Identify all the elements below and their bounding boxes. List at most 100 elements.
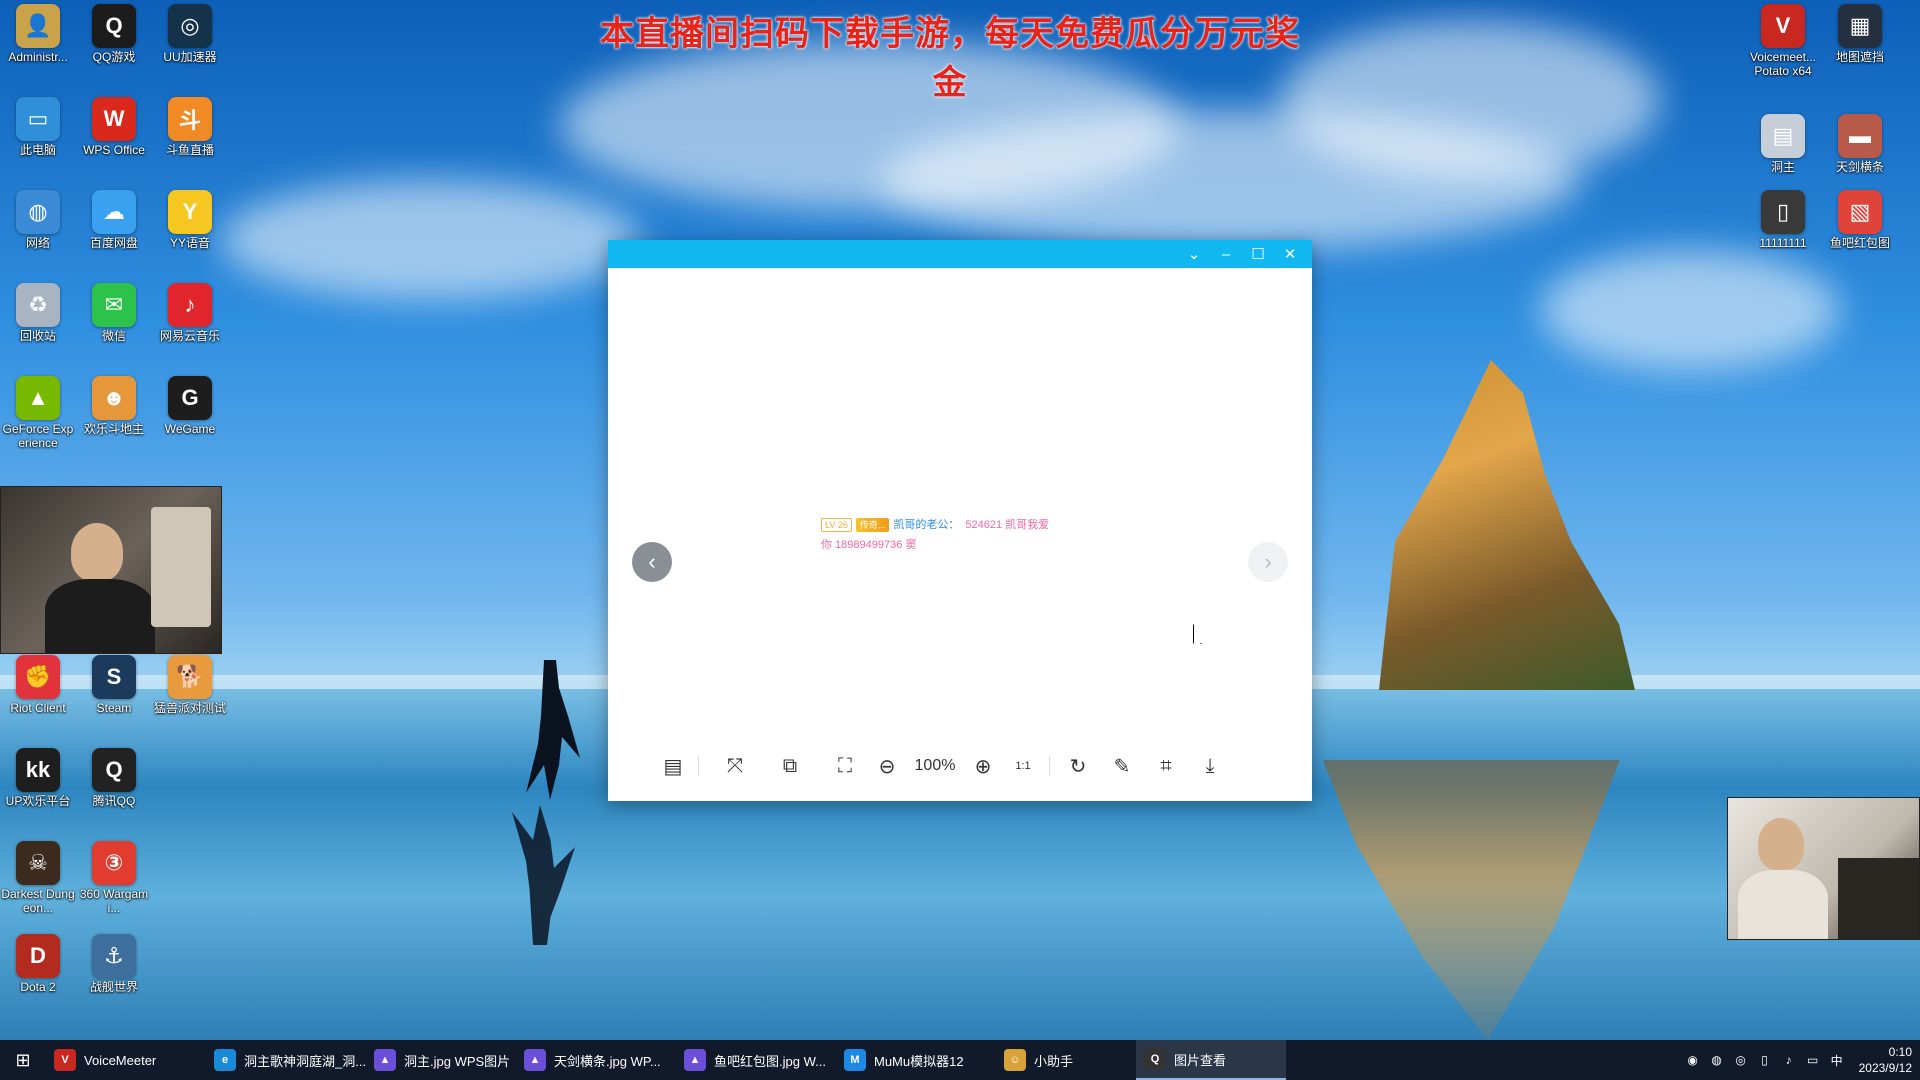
- desktop-icon[interactable]: kk UP欢乐平台: [0, 744, 76, 836]
- desktop-icon[interactable]: 🐕 猛兽派对测试: [152, 651, 228, 743]
- tray-icon[interactable]: ◍: [1709, 1052, 1725, 1068]
- taskbar-item-label: 洞主歌神洞庭湖_洞...: [244, 1053, 366, 1069]
- desktop-icon[interactable]: S Steam: [76, 651, 152, 743]
- desktop-icon[interactable]: V Voicemeet... Potato x64: [1745, 0, 1821, 92]
- desktop-icon[interactable]: D Dota 2: [0, 930, 76, 1022]
- tray-icon[interactable]: ▭: [1805, 1052, 1821, 1068]
- previous-image-button[interactable]: ‹: [632, 542, 672, 582]
- app-icon: ♪: [168, 283, 212, 327]
- maximize-button[interactable]: ☐: [1242, 240, 1274, 268]
- desktop-icon[interactable]: ✊ Riot Client: [0, 651, 76, 743]
- webcam-overlay-right: [1727, 797, 1920, 940]
- clock-date: 2023/9/12: [1858, 1061, 1912, 1075]
- desktop-icon-label: 此电脑: [19, 143, 56, 157]
- start-button[interactable]: ⊞: [0, 1040, 46, 1080]
- desktop-icon-label: Darkest Dungeon...: [1, 887, 75, 915]
- desktop-icon-label: 回收站: [19, 329, 56, 343]
- app-icon: S: [92, 655, 136, 699]
- app-icon: ▤: [1761, 114, 1805, 158]
- desktop-icon[interactable]: 斗斗鱼直播: [152, 93, 228, 185]
- zoom-out-icon[interactable]: ⊖: [867, 750, 907, 782]
- desktop-icon-label: 战舰世界: [89, 980, 138, 994]
- system-tray: ◉ ◍ ◎ ▯ ♪ ▭ 中 0:10 2023/9/12: [1685, 1040, 1920, 1080]
- desktop-icon[interactable]: ▲ GeForce Experience: [0, 372, 76, 464]
- thumbnails-icon[interactable]: ▤: [654, 750, 692, 782]
- desktop-icon-label: WPS Office: [83, 143, 145, 157]
- desktop-icon[interactable]: ③ 360 Wargami...: [76, 837, 152, 929]
- taskbar-item[interactable]: ☺ 小助手: [996, 1040, 1136, 1080]
- viewer-titlebar[interactable]: ⌄ – ☐ ✕: [608, 240, 1312, 268]
- desktop-icon[interactable]: ☁ 百度网盘: [76, 186, 152, 278]
- clock-time: 0:10: [1888, 1045, 1912, 1059]
- viewer-canvas: LV 26 传奇... 凯哥的老公： 524621 凯哥我爱 你 1898949973…: [608, 268, 1312, 731]
- taskbar-item[interactable]: e 洞主歌神洞庭湖_洞...: [206, 1040, 366, 1080]
- tray-icon[interactable]: ◎: [1733, 1052, 1749, 1068]
- taskbar-app-icon: ▲: [524, 1049, 546, 1071]
- desktop-icon[interactable]: ♻ 回收站: [0, 279, 76, 371]
- stream-banner: 本直播间扫码下载手游，每天免费瓜分万元奖金: [600, 14, 1300, 103]
- desktop-icon-label: 猛兽派对测试: [153, 701, 226, 715]
- chat-message: 524621 凯哥我爱: [965, 519, 1050, 531]
- chat-image: LV 26 传奇... 凯哥的老公： 524621 凯哥我爱 你 1898949973…: [821, 515, 1049, 555]
- taskbar-app-icon: M: [844, 1049, 866, 1071]
- taskbar-item[interactable]: ▲ 天剑横条.jpg WP...: [516, 1040, 676, 1080]
- taskbar-item[interactable]: ▲ 鱼吧红包图.jpg W...: [676, 1040, 836, 1080]
- app-icon: ☻: [92, 376, 136, 420]
- app-icon: Q: [92, 748, 136, 792]
- desktop-icon[interactable]: Y YY语音: [152, 186, 228, 278]
- desktop-icon-label: QQ游戏: [92, 50, 136, 64]
- compare-icon[interactable]: ⧉: [765, 750, 815, 782]
- desktop-icon[interactable]: ▭ 此电脑: [0, 93, 76, 185]
- rotate-icon[interactable]: ↻: [1056, 750, 1100, 782]
- desktop-icon-label: Voicemeet... Potato x64: [1749, 50, 1817, 78]
- desktop-icon[interactable]: ▧ 鱼吧红包图: [1822, 186, 1898, 278]
- taskbar-item[interactable]: Q 图片查看: [1136, 1040, 1286, 1080]
- fit-window-icon[interactable]: ⤧: [713, 750, 757, 782]
- taskbar-item[interactable]: ▲ 洞主.jpg WPS图片: [366, 1040, 516, 1080]
- close-button[interactable]: ✕: [1274, 240, 1306, 268]
- desktop-icon-label: Riot Client: [10, 701, 66, 715]
- desktop-icon[interactable]: ☠ Darkest Dungeon...: [0, 837, 76, 929]
- taskbar-app-icon: ☺: [1004, 1049, 1026, 1071]
- desktop-icon[interactable]: ▯ 11111111: [1745, 186, 1821, 278]
- next-image-button[interactable]: ›: [1248, 542, 1288, 582]
- desktop-icon[interactable]: ✉ 微信: [76, 279, 152, 371]
- desktop-icon[interactable]: ♪ 网易云音乐: [152, 279, 228, 371]
- taskbar-item[interactable]: M MuMu模拟器12: [836, 1040, 996, 1080]
- desktop-icon[interactable]: ☻ 欢乐斗地主: [76, 372, 152, 464]
- edit-icon[interactable]: ✎: [1100, 750, 1144, 782]
- desktop-icon[interactable]: G WeGame: [152, 372, 228, 464]
- download-icon[interactable]: ⤓: [1188, 750, 1232, 782]
- tray-icon[interactable]: ♪: [1781, 1052, 1797, 1068]
- desktop-icon[interactable]: 👤 Administr...: [0, 0, 76, 92]
- app-icon: ▧: [1838, 190, 1882, 234]
- taskbar-item[interactable]: V VoiceMeeter: [46, 1040, 206, 1080]
- webcam-overlay-left: [0, 486, 222, 654]
- tray-icon[interactable]: ▯: [1757, 1052, 1773, 1068]
- desktop-icon[interactable]: ◎ UU加速器: [152, 0, 228, 92]
- desktop-icon[interactable]: W WPS Office: [76, 93, 152, 185]
- minimize-button[interactable]: –: [1210, 240, 1242, 268]
- fullscreen-icon[interactable]: ⛶: [823, 750, 867, 782]
- desktop-icon[interactable]: Q 腾讯QQ: [76, 744, 152, 836]
- taskbar-app-icon: Q: [1144, 1048, 1166, 1070]
- tray-icon[interactable]: ◉: [1685, 1052, 1701, 1068]
- desktop-icon-label: 洞主: [1770, 160, 1795, 174]
- app-icon: 👤: [16, 4, 60, 48]
- actual-size-icon[interactable]: 1:1: [1003, 750, 1043, 782]
- desktop-icon[interactable]: ⚓ 战舰世界: [76, 930, 152, 1022]
- desktop-icon[interactable]: ▦ 地图遮挡: [1822, 0, 1898, 92]
- taskbar: ⊞ V VoiceMeeter e 洞主歌神洞庭湖_洞... ▲ 洞主.jpg WPS图片…: [0, 1040, 1920, 1080]
- app-icon: ▦: [1838, 4, 1882, 48]
- dropdown-button[interactable]: ⌄: [1178, 240, 1210, 268]
- desktop-icon[interactable]: ◍ 网络: [0, 186, 76, 278]
- crop-icon[interactable]: ⌗: [1144, 750, 1188, 782]
- tray-icon[interactable]: 中: [1829, 1052, 1845, 1068]
- zoom-in-icon[interactable]: ⊕: [963, 750, 1003, 782]
- taskbar-item-label: 洞主.jpg WPS图片: [404, 1053, 511, 1069]
- image-viewer-window: ⌄ – ☐ ✕ LV 26 传奇... 凯哥的老公： 524621 凯哥我爱 你 18…: [608, 240, 1312, 801]
- taskbar-item-label: VoiceMeeter: [84, 1052, 157, 1068]
- desktop-icon[interactable]: Q QQ游戏: [76, 0, 152, 92]
- desktop-icon-label: 斗鱼直播: [165, 143, 214, 157]
- clock[interactable]: 0:10 2023/9/12: [1853, 1044, 1912, 1076]
